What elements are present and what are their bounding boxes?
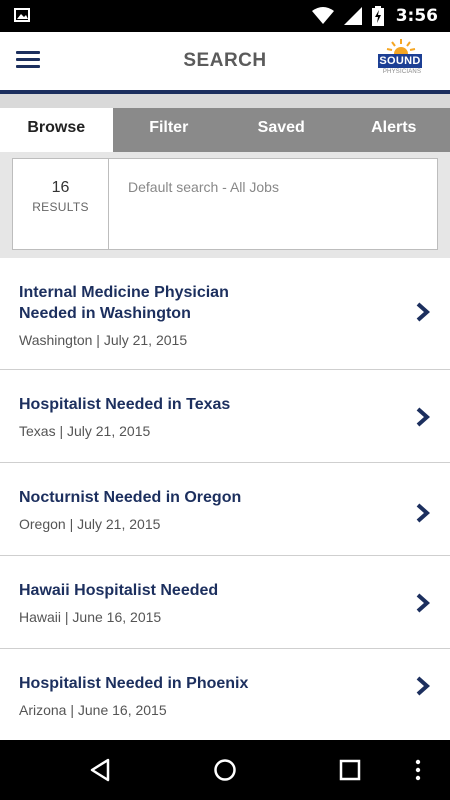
job-title: Hawaii Hospitalist Needed — [19, 582, 219, 599]
job-title: Internal Medicine Physician Needed in Wa… — [19, 284, 229, 322]
tab-filter[interactable]: Filter — [113, 108, 226, 152]
list-item[interactable]: Hospitalist Needed in Phoenix Arizona | … — [0, 649, 450, 741]
clock: 3:56 — [395, 6, 438, 26]
list-item[interactable]: Hawaii Hospitalist Needed Hawaii | June … — [0, 556, 450, 649]
app-header: SEARCH SOUND PHYSICIANS — [0, 32, 450, 94]
list-item[interactable]: Internal Medicine Physician Needed in Wa… — [0, 258, 450, 370]
job-meta: Oregon | July 21, 2015 — [19, 516, 161, 532]
tab-browse[interactable]: Browse — [0, 108, 113, 152]
signal-icon — [343, 7, 362, 25]
results-summary: 16 RESULTS Default search - All Jobs — [12, 158, 438, 250]
more-icon[interactable] — [412, 758, 424, 782]
results-count: 16 — [51, 179, 70, 196]
list-item[interactable]: Nocturnist Needed in Oregon Oregon | Jul… — [0, 463, 450, 556]
job-title: Hospitalist Needed in Phoenix — [19, 675, 249, 692]
job-list: Internal Medicine Physician Needed in Wa… — [0, 258, 450, 741]
gallery-icon — [14, 8, 30, 22]
job-meta: Arizona | June 16, 2015 — [19, 702, 167, 718]
results-label: RESULTS — [32, 200, 89, 214]
header-divider — [0, 94, 450, 108]
job-title: Nocturnist Needed in Oregon — [19, 489, 242, 506]
logo-subtitle: PHYSICIANS — [382, 69, 422, 75]
chevron-right-icon — [416, 593, 430, 613]
back-icon[interactable] — [88, 758, 114, 782]
status-bar: 3:56 — [0, 0, 450, 32]
home-icon[interactable] — [212, 758, 238, 782]
tab-saved[interactable]: Saved — [225, 108, 338, 152]
job-meta: Hawaii | June 16, 2015 — [19, 609, 162, 625]
job-meta: Washington | July 21, 2015 — [19, 332, 188, 348]
sun-icon — [386, 39, 416, 54]
job-title: Hospitalist Needed in Texas — [19, 396, 231, 413]
chevron-right-icon — [416, 302, 430, 322]
tab-alerts[interactable]: Alerts — [338, 108, 450, 152]
job-meta: Texas | July 21, 2015 — [19, 423, 151, 439]
results-summary-area: 16 RESULTS Default search - All Jobs — [0, 152, 450, 258]
recents-icon[interactable] — [337, 758, 363, 782]
chevron-right-icon — [416, 503, 430, 523]
list-item[interactable]: Hospitalist Needed in Texas Texas | July… — [0, 370, 450, 463]
navigation-bar — [0, 740, 450, 800]
wifi-icon — [311, 7, 334, 24]
logo-brand: SOUND — [378, 54, 422, 68]
tab-bar: Browse Filter Saved Alerts — [0, 108, 450, 152]
search-description: Default search - All Jobs — [128, 179, 279, 195]
results-count-box: 16 RESULTS — [13, 159, 109, 249]
battery-charging-icon — [371, 6, 384, 26]
sound-physicians-logo: SOUND PHYSICIANS — [376, 38, 428, 84]
chevron-right-icon — [416, 676, 430, 696]
chevron-right-icon — [416, 407, 430, 427]
